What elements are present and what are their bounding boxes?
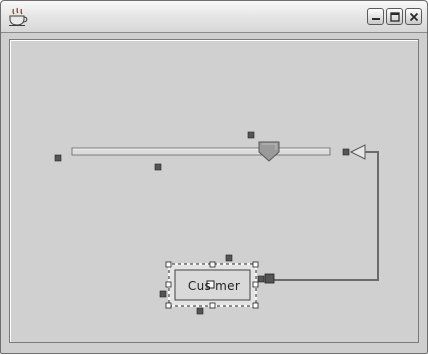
diagram-drawing — [54, 131, 379, 315]
node-handle-w[interactable] — [165, 281, 172, 288]
customer-node-label: Cus mer — [187, 279, 241, 293]
node-handle-n[interactable] — [209, 261, 216, 268]
connector-line[interactable] — [272, 151, 379, 281]
slider-handle-left[interactable] — [54, 154, 62, 162]
node-handle-s[interactable] — [209, 302, 216, 309]
connector-start-handle[interactable] — [342, 148, 350, 156]
slider-thumb[interactable] — [258, 141, 280, 162]
node-port[interactable] — [257, 275, 265, 283]
arrowhead-left — [349, 144, 366, 160]
node-handle-nw[interactable] — [165, 261, 172, 268]
node-outer-handle-bottom[interactable] — [196, 307, 204, 315]
app-window: Cus mer — [0, 0, 428, 354]
node-outer-handle-top[interactable] — [225, 254, 233, 262]
node-outer-handle-left[interactable] — [159, 290, 167, 298]
horizontal-slider-track[interactable] — [71, 147, 331, 156]
connector-end-handle[interactable] — [264, 273, 275, 284]
node-handle-e[interactable] — [252, 281, 259, 288]
slider-handle-top[interactable] — [247, 131, 255, 139]
node-handle-ne[interactable] — [252, 261, 259, 268]
slider-handle-bottom[interactable] — [154, 163, 162, 171]
node-handle-se[interactable] — [252, 302, 259, 309]
node-handle-sw[interactable] — [165, 302, 172, 309]
